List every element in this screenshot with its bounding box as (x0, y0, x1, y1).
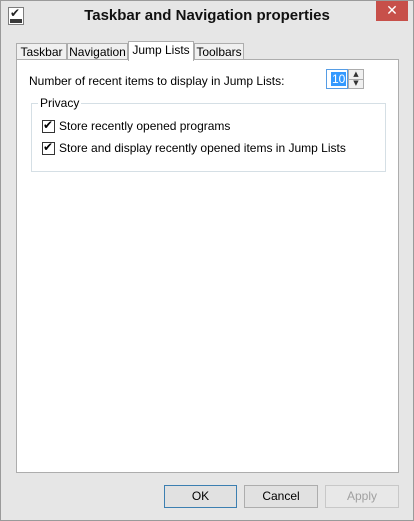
close-button[interactable]: ✕ (376, 1, 408, 21)
title-bar[interactable]: ✔ Taskbar and Navigation properties ✕ (1, 1, 413, 33)
apply-button[interactable]: Apply (325, 485, 399, 508)
cancel-button[interactable]: Cancel (244, 485, 318, 508)
recent-items-spinner: ▲ ▼ (348, 69, 364, 89)
recent-items-value: 10 (331, 72, 347, 86)
recent-items-input[interactable]: 10 (326, 69, 348, 89)
tab-toolbars[interactable]: Toolbars (194, 43, 244, 60)
properties-window: ✔ Taskbar and Navigation properties ✕ Ta… (0, 0, 414, 521)
store-items-label[interactable]: Store and display recently opened items … (59, 141, 346, 155)
ok-button[interactable]: OK (164, 485, 237, 508)
window-title: Taskbar and Navigation properties (84, 7, 330, 24)
tab-taskbar[interactable]: Taskbar (16, 43, 67, 60)
store-programs-checkbox[interactable]: ✔ (42, 118, 55, 133)
store-programs-label[interactable]: Store recently opened programs (59, 119, 230, 133)
checkmark-icon: ✔ (43, 118, 54, 132)
privacy-group: Privacy ✔ Store recently opened programs… (31, 96, 386, 172)
store-items-checkbox[interactable]: ✔ (42, 140, 55, 155)
tab-jump-lists[interactable]: Jump Lists (128, 41, 194, 61)
privacy-group-label: Privacy (38, 96, 82, 110)
checkmark-icon: ✔ (43, 140, 54, 154)
recent-items-label: Number of recent items to display in Jum… (29, 74, 285, 88)
tab-navigation[interactable]: Navigation (67, 43, 128, 60)
jump-lists-panel: Number of recent items to display in Jum… (16, 59, 399, 473)
spin-down-icon[interactable]: ▼ (349, 79, 363, 88)
